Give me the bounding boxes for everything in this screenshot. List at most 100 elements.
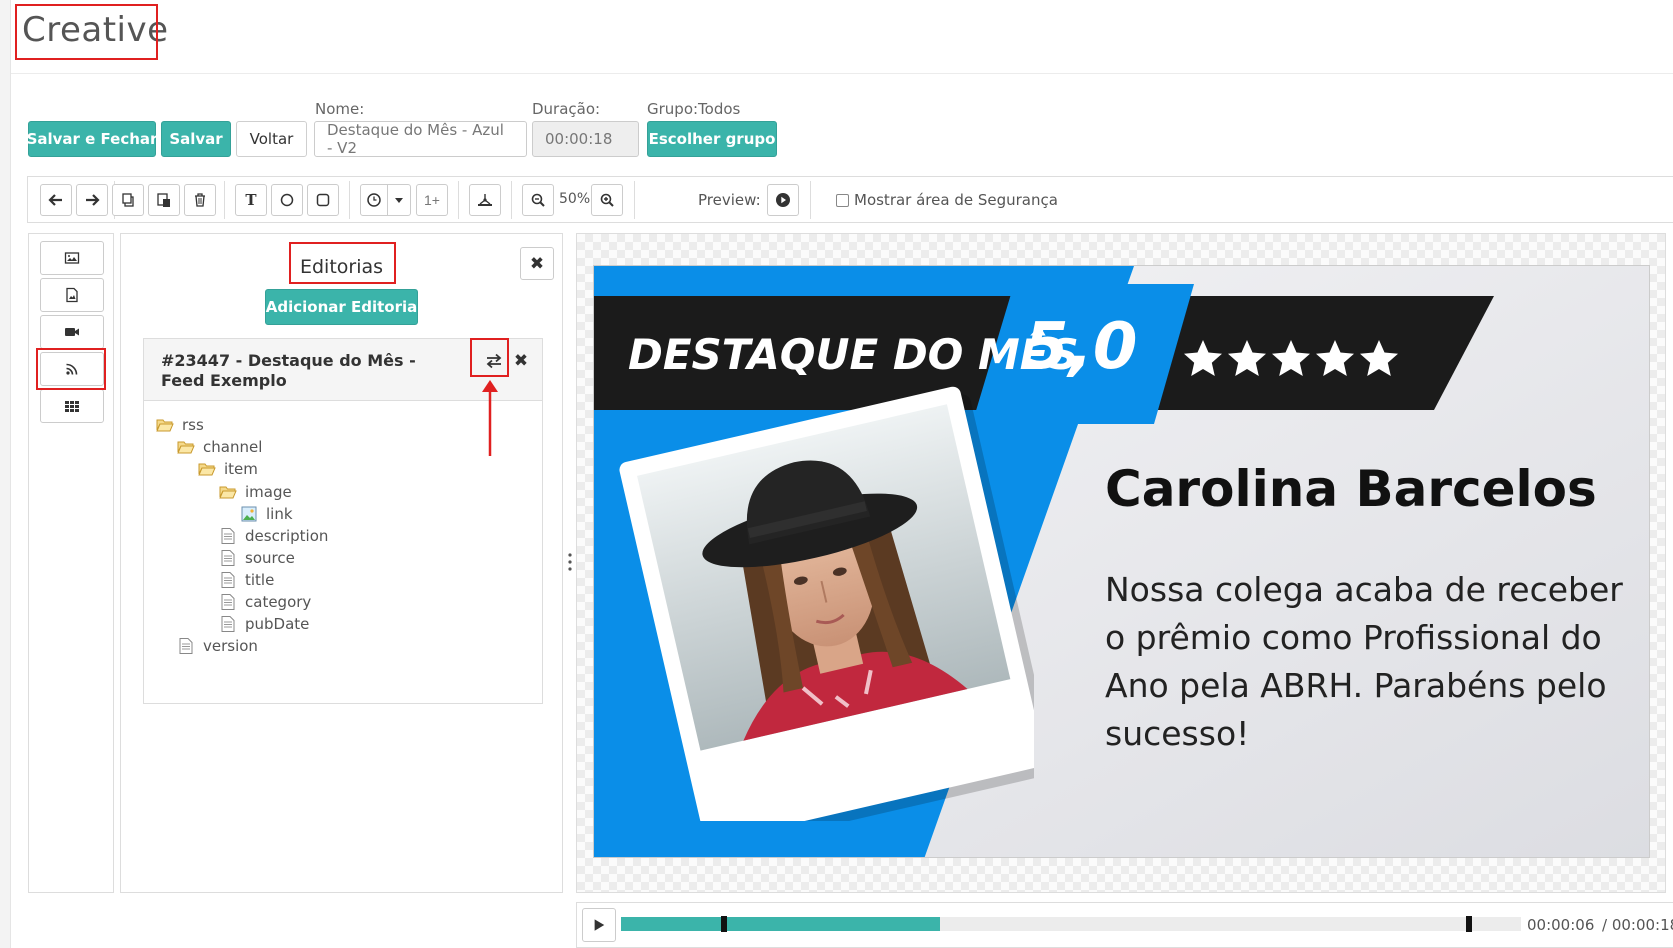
annotation-box-editorias-title	[289, 242, 396, 284]
tree-node-label: channel	[203, 438, 263, 456]
toolbar-separator	[511, 181, 512, 219]
zoom-level: 50%	[559, 191, 591, 207]
delete-button[interactable]	[184, 184, 216, 216]
creative-description: Nossa colega acaba de receber o prêmio c…	[1105, 570, 1623, 753]
file-text-icon	[221, 528, 235, 544]
rectangle-tool-button[interactable]	[307, 184, 339, 216]
remove-feed-button[interactable]: ✖	[511, 347, 531, 375]
folder-open-icon	[219, 486, 237, 499]
editorias-panel: Editorias ✖ Adicionar Editoria #23447 - …	[120, 233, 563, 893]
circle-tool-button[interactable]	[271, 184, 303, 216]
timeline-track[interactable]	[621, 916, 1521, 932]
tree-node-rss[interactable]: rss	[156, 414, 204, 436]
copy-icon	[122, 193, 134, 207]
video-tool-button[interactable]	[40, 315, 104, 349]
panel-splitter-handle[interactable]	[568, 552, 572, 572]
tree-node-source[interactable]: source	[219, 547, 295, 569]
tree-node-version[interactable]: version	[177, 635, 258, 657]
timer-button[interactable]	[360, 184, 388, 216]
trash-icon	[195, 193, 205, 207]
paste-icon	[157, 193, 170, 207]
folder-open-icon	[156, 419, 174, 432]
file-text-icon	[221, 594, 235, 610]
feed-title: #23447 - Destaque do Mês - Feed Exemplo	[161, 351, 416, 390]
timer-dropdown[interactable]	[387, 184, 411, 216]
image-icon	[64, 252, 80, 264]
text-tool-button[interactable]: T	[235, 184, 267, 216]
editor-canvas[interactable]: DESTAQUE DO MÊS 5,0 Carolina Barcelos No…	[576, 233, 1666, 893]
timeline-play-button[interactable]	[582, 908, 616, 942]
tree-node-description[interactable]: description	[219, 525, 328, 547]
rating-stars	[1184, 340, 1398, 376]
toolbar-separator	[810, 181, 811, 219]
back-button[interactable]: Voltar	[236, 121, 307, 157]
creative-banner-text: DESTAQUE DO MÊS	[628, 330, 1079, 379]
tree-node-item[interactable]: item	[198, 458, 258, 480]
play-icon	[594, 919, 605, 931]
star-icon	[1360, 340, 1398, 376]
annotation-box-rss	[36, 348, 106, 390]
align-button[interactable]	[469, 184, 501, 216]
save-and-close-button[interactable]: Salvar e Fechar	[27, 121, 157, 157]
choose-group-button[interactable]: Escolher grupo	[647, 121, 777, 157]
creative-preview[interactable]: DESTAQUE DO MÊS 5,0 Carolina Barcelos No…	[593, 265, 1650, 858]
timeline-bar: 00:00:06 / 00:00:18	[576, 902, 1673, 948]
tree-node-label: item	[224, 460, 258, 478]
safe-area-checkbox[interactable]	[836, 194, 849, 207]
timeline-start-marker[interactable]	[721, 916, 727, 932]
folder-open-icon	[177, 441, 195, 454]
timeline-end-marker[interactable]	[1466, 916, 1472, 932]
copy-button[interactable]	[112, 184, 144, 216]
name-input[interactable]: Destaque do Mês - Azul - V2	[314, 121, 527, 157]
duration-input[interactable]: 00:00:18	[532, 121, 639, 157]
preview-play-button[interactable]	[767, 184, 799, 216]
timeline-current-time: 00:00:06	[1527, 916, 1595, 934]
picture-file-icon	[241, 506, 257, 522]
save-button[interactable]: Salvar	[161, 121, 231, 157]
annotation-arrow-icon	[482, 380, 498, 456]
hierarchy-icon	[478, 194, 492, 206]
header-divider	[11, 73, 1673, 74]
polaroid-photo	[619, 386, 1034, 821]
star-icon	[1316, 340, 1354, 376]
tree-node-label: source	[245, 549, 295, 567]
annotation-box-swap	[470, 338, 509, 377]
grid-icon	[65, 401, 79, 412]
tree-node-title[interactable]: title	[219, 569, 274, 591]
play-circle-icon	[776, 193, 790, 207]
tree-node-image[interactable]: image	[219, 481, 292, 503]
tree-node-category[interactable]: category	[219, 591, 311, 613]
layer-button[interactable]: 1+	[416, 184, 448, 216]
panel-close-button[interactable]: ✖	[520, 247, 554, 280]
toolbar-separator	[349, 181, 350, 219]
image-tool-button[interactable]	[40, 241, 104, 275]
annotation-box-title	[15, 4, 158, 60]
redo-button[interactable]	[76, 184, 108, 216]
group-label: Grupo:Todos	[647, 100, 741, 118]
star-icon	[1228, 340, 1266, 376]
tree-node-link[interactable]: link	[240, 503, 293, 525]
tree-node-label: category	[245, 593, 312, 611]
creative-rating-text: 5,0	[1024, 310, 1138, 384]
tree-node-label: image	[245, 483, 292, 501]
toolbar-separator	[634, 181, 635, 219]
tree-node-label: title	[245, 571, 275, 589]
zoom-out-button[interactable]	[522, 184, 554, 216]
file-text-icon	[221, 616, 235, 632]
folder-open-icon	[198, 463, 216, 476]
tree-node-label: description	[245, 527, 329, 545]
timeline-progress-fill	[621, 917, 940, 931]
tree-node-channel[interactable]: channel	[177, 436, 262, 458]
zoom-in-button[interactable]	[591, 184, 623, 216]
tree-node-pubdate[interactable]: pubDate	[219, 613, 309, 635]
image-file-button[interactable]	[40, 278, 104, 312]
timeline-total-time: / 00:00:18	[1602, 916, 1673, 934]
paste-button[interactable]	[148, 184, 180, 216]
arrow-right-icon	[86, 194, 100, 206]
text-tool-icon: T	[245, 191, 257, 209]
undo-button[interactable]	[40, 184, 72, 216]
layer-label: 1+	[424, 192, 440, 208]
add-editoria-button[interactable]: Adicionar Editoria	[265, 289, 418, 325]
duration-label: Duração:	[532, 100, 601, 118]
grid-tool-button[interactable]	[40, 389, 104, 423]
